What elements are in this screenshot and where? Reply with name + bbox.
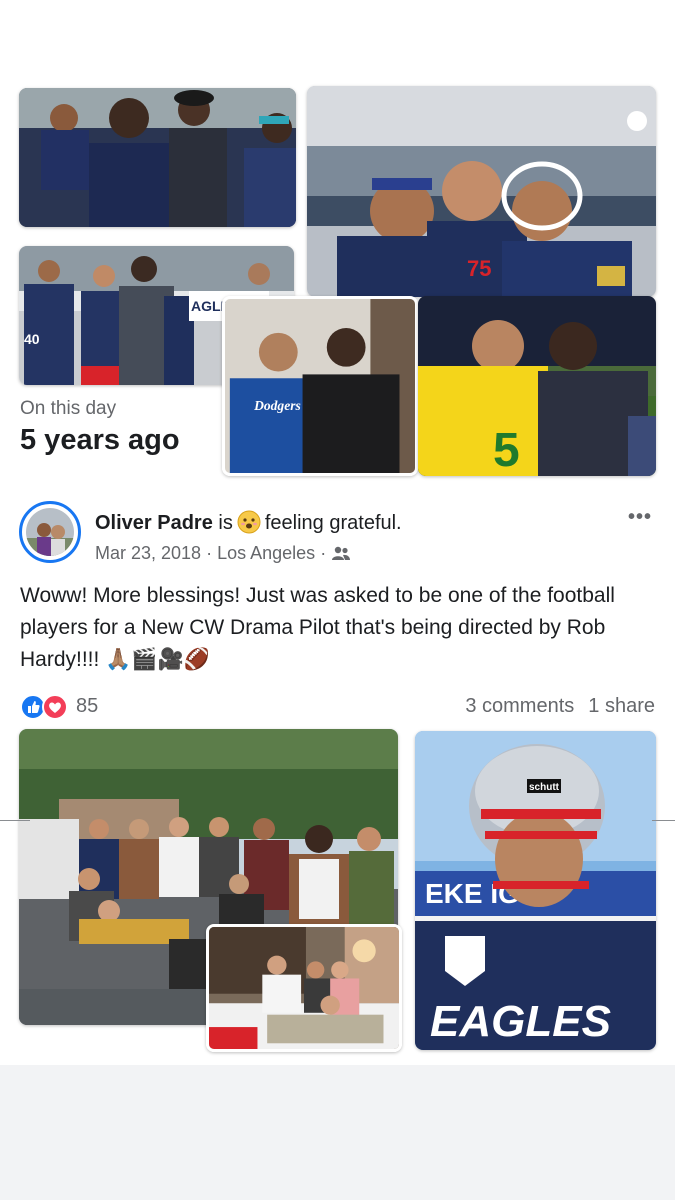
- post-photo-helmet-selfie[interactable]: EKE IGH schutt EAGLES: [415, 731, 656, 1050]
- reaction-count: 85: [76, 695, 99, 717]
- post-author-line: Oliver Padre is feeling grateful.: [95, 510, 402, 535]
- divider-right: [652, 820, 675, 821]
- svg-text:EAGLES: EAGLES: [430, 997, 611, 1046]
- memory-title: 5 years ago: [20, 424, 180, 456]
- memory-photo-stadium-selfie[interactable]: 75: [307, 86, 656, 297]
- svg-text:Dodgers: Dodgers: [253, 398, 301, 413]
- is-text: is: [218, 512, 233, 534]
- engagement-stats: 3 comments 1 share: [451, 695, 655, 718]
- comments-link[interactable]: 3 comments: [465, 695, 574, 717]
- meta-separator-1: ·: [206, 543, 213, 563]
- memory-label: On this day: [20, 398, 117, 419]
- grateful-emoji-icon: [237, 510, 261, 534]
- post-location[interactable]: Los Angeles: [217, 543, 315, 563]
- post-photo-hotel-room[interactable]: [206, 924, 402, 1052]
- memory-photo-field-night[interactable]: 5: [418, 296, 656, 476]
- memory-photo-team-huddle[interactable]: [19, 88, 296, 227]
- love-icon: [42, 694, 68, 720]
- meta-separator-2: ·: [320, 543, 327, 563]
- shares-link[interactable]: 1 share: [588, 695, 655, 717]
- svg-text:40: 40: [24, 331, 40, 347]
- svg-text:schutt: schutt: [529, 782, 560, 793]
- bottom-area: [0, 1065, 675, 1200]
- post-text: Woww! More blessings! Just was asked to …: [20, 584, 615, 671]
- memory-photo-dodgers[interactable]: Dodgers: [222, 296, 418, 476]
- friends-icon: [331, 545, 351, 566]
- avatar-image: [26, 508, 74, 556]
- author-name[interactable]: Oliver Padre: [95, 512, 213, 534]
- more-options-icon[interactable]: •••: [628, 506, 652, 529]
- feeling-text: feeling grateful.: [264, 512, 402, 534]
- author-avatar[interactable]: [19, 501, 81, 563]
- divider-left: [0, 820, 30, 821]
- svg-text:75: 75: [467, 256, 491, 281]
- post-meta-line: Mar 23, 2018 · Los Angeles ·: [95, 543, 351, 566]
- post-date[interactable]: Mar 23, 2018: [95, 543, 201, 563]
- svg-text:5: 5: [493, 424, 520, 476]
